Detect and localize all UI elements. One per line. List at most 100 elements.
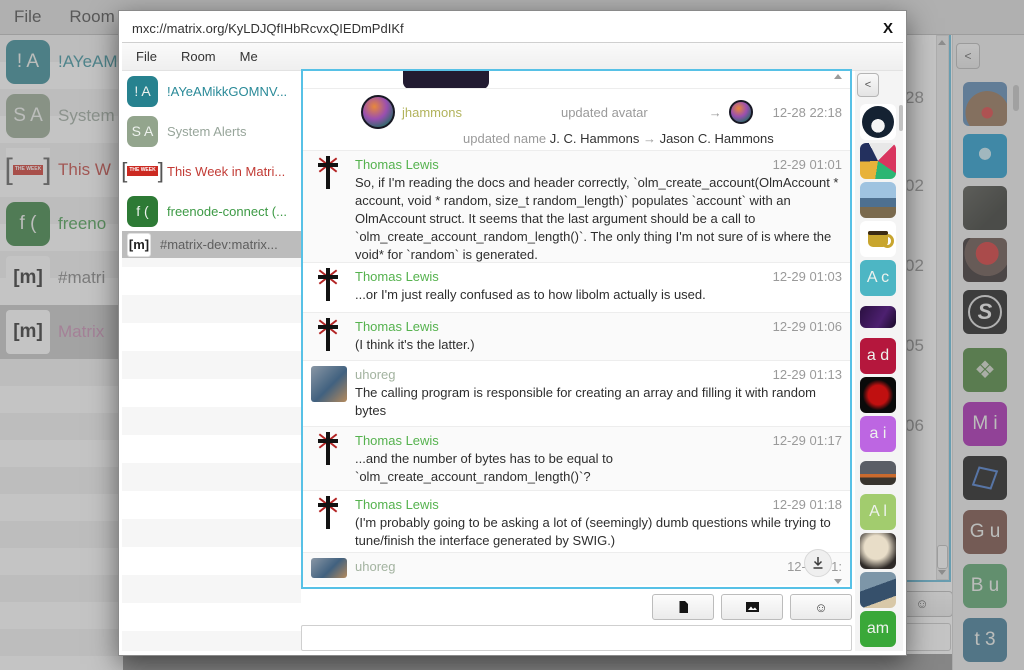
jhammons-avatar[interactable]	[361, 95, 395, 129]
arrow-icon: →	[709, 105, 722, 120]
member-initials: a i	[870, 425, 887, 443]
message-row-partial: uhoreg12-29 01:	[303, 553, 850, 585]
member-avatar-am[interactable]: am	[860, 611, 896, 647]
member-avatar-ai[interactable]: a i	[860, 416, 896, 452]
timeline[interactable]: jhammons updated avatar → 12-28 22:18 up…	[301, 69, 852, 589]
sender-name[interactable]: Thomas Lewis	[355, 156, 439, 173]
message-input[interactable]	[301, 625, 852, 651]
timestamp: 12-29 01:13	[773, 366, 842, 383]
member-avatar-puppy-photo[interactable]	[860, 533, 896, 569]
member-avatar-color-mosaic[interactable]	[860, 143, 896, 179]
close-icon[interactable]: X	[883, 20, 893, 37]
member-panel: < A c a d a i A l am	[855, 71, 903, 651]
modal-menubar: File Room Me	[122, 43, 903, 71]
scroll-up-icon[interactable]	[834, 74, 842, 79]
member-avatar-github-octocat[interactable]	[860, 104, 896, 140]
room-label: !AYeAMikkGOMNV...	[167, 84, 287, 99]
file-icon	[677, 600, 690, 614]
menu-room[interactable]: Room	[181, 49, 216, 64]
sender-name[interactable]: Thomas Lewis	[355, 268, 439, 285]
menu-me[interactable]: Me	[240, 49, 258, 64]
message-row: Thomas Lewis 12-29 01:06 (I think it's th…	[303, 313, 850, 361]
thomas-lewis-avatar[interactable]	[311, 318, 345, 352]
sender-name[interactable]: Thomas Lewis	[355, 496, 439, 513]
message-text: (I'm probably going to be asking a lot o…	[355, 514, 842, 550]
compose-toolbar: ☺	[301, 593, 852, 621]
timestamp: 12-29 01:01	[773, 156, 842, 173]
room-item[interactable]: ! A !AYeAMikkGOMNV...	[122, 71, 301, 111]
emoji-button[interactable]: ☺	[790, 594, 852, 620]
member-avatar-purple-banner[interactable]	[860, 306, 896, 328]
message-text: ...or I'm just really confused as to how…	[355, 286, 842, 304]
matrix-logo-avatar: [m]	[127, 233, 151, 257]
timestamp: 12-29 01:17	[773, 432, 842, 449]
member-avatar-al[interactable]: A l	[860, 494, 896, 530]
thomas-lewis-avatar[interactable]	[311, 268, 345, 302]
member-scrollbar-thumb[interactable]	[899, 105, 903, 131]
uhoreg-avatar[interactable]	[311, 558, 347, 578]
timestamp: 12-29 01:06	[773, 318, 842, 335]
message-text: So, if I'm reading the docs and header c…	[355, 174, 842, 263]
sender-name[interactable]: jhammons	[402, 105, 462, 120]
room-label: This Week in Matri...	[167, 164, 285, 179]
member-avatar-landscape-photo[interactable]	[860, 182, 896, 218]
scroll-down-icon[interactable]	[834, 579, 842, 584]
state-action: updated avatar	[561, 105, 648, 120]
member-avatar-ac[interactable]: A c	[860, 260, 896, 296]
state-event-row: jhammons updated avatar → 12-28 22:18 up…	[303, 89, 850, 151]
attach-file-button[interactable]	[652, 594, 714, 620]
new-display-name: Jason C. Hammons	[660, 131, 774, 146]
timestamp: 12-29 01:03	[773, 268, 842, 285]
scroll-to-bottom-button[interactable]	[804, 549, 832, 577]
window-titlebar[interactable]: mxc://matrix.org/KyLDJQfIHbRcvxQIEDmPdIK…	[122, 14, 903, 43]
this-week-in-matrix-icon: [THE WEEK]	[127, 156, 158, 187]
message-text: (I think it's the latter.)	[355, 336, 842, 354]
room-item[interactable]: S A System Alerts	[122, 111, 301, 151]
window-title: mxc://matrix.org/KyLDJQfIHbRcvxQIEDmPdIK…	[132, 21, 883, 36]
member-initials: A l	[869, 503, 887, 521]
uhoreg-avatar[interactable]	[311, 366, 347, 402]
jhammons-new-avatar[interactable]	[729, 100, 753, 124]
member-avatar-coffee-mug[interactable]	[860, 221, 896, 257]
thomas-lewis-avatar[interactable]	[311, 432, 345, 466]
room-item[interactable]: [THE WEEK] This Week in Matri...	[122, 151, 301, 191]
octocat-icon	[862, 106, 894, 138]
sender-name[interactable]: uhoreg	[355, 366, 395, 383]
room-avatar: ! A	[127, 76, 158, 107]
member-initials: a d	[867, 347, 889, 365]
member-avatar-demon-face[interactable]	[860, 377, 896, 413]
room-label: System Alerts	[167, 124, 246, 139]
image-icon	[745, 601, 760, 613]
room-item-selected[interactable]: [m] #matrix-dev:matrix...	[122, 231, 301, 258]
message-row: Thomas Lewis 12-29 01:01 So, if I'm readi…	[303, 151, 850, 263]
smiley-icon: ☺	[814, 600, 827, 615]
room-item[interactable]: f ( freenode-connect (...	[122, 191, 301, 231]
room-label: freenode-connect (...	[167, 204, 287, 219]
sender-name[interactable]: Thomas Lewis	[355, 318, 439, 335]
thomas-lewis-avatar[interactable]	[311, 496, 345, 530]
image-viewer-window: mxc://matrix.org/KyLDJQfIHbRcvxQIEDmPdIK…	[118, 10, 907, 656]
member-avatar-sunset-photo[interactable]	[860, 461, 896, 485]
partial-image-message[interactable]	[303, 71, 850, 89]
message-row: uhoreg12-29 01:13 The calling program is…	[303, 361, 850, 427]
timestamp: 12-28 22:18	[773, 105, 842, 120]
member-initials: am	[867, 620, 889, 638]
menu-file[interactable]: File	[136, 49, 157, 64]
member-avatar-scream-art[interactable]	[860, 572, 896, 608]
member-initials: A c	[867, 269, 889, 287]
sender-name[interactable]: Thomas Lewis	[355, 432, 439, 449]
attach-image-button[interactable]	[721, 594, 783, 620]
attached-image-thumbnail[interactable]	[403, 71, 489, 89]
collapse-members-button[interactable]: <	[857, 73, 879, 97]
old-display-name: J. C. Hammons	[550, 131, 640, 146]
room-avatar: f (	[127, 196, 158, 227]
member-avatar-ad[interactable]: a d	[860, 338, 896, 374]
arrow-icon: →	[643, 131, 656, 146]
thomas-lewis-avatar[interactable]	[311, 156, 345, 190]
mug-icon	[868, 231, 888, 247]
state-detail-label: updated name	[463, 131, 546, 146]
sender-name[interactable]: uhoreg	[355, 558, 395, 575]
message-row: Thomas Lewis12-29 01:17 ...and the numbe…	[303, 427, 850, 491]
room-label: #matrix-dev:matrix...	[160, 237, 278, 252]
message-row: Thomas Lewis 12-29 01:03 ...or I'm just r…	[303, 263, 850, 313]
